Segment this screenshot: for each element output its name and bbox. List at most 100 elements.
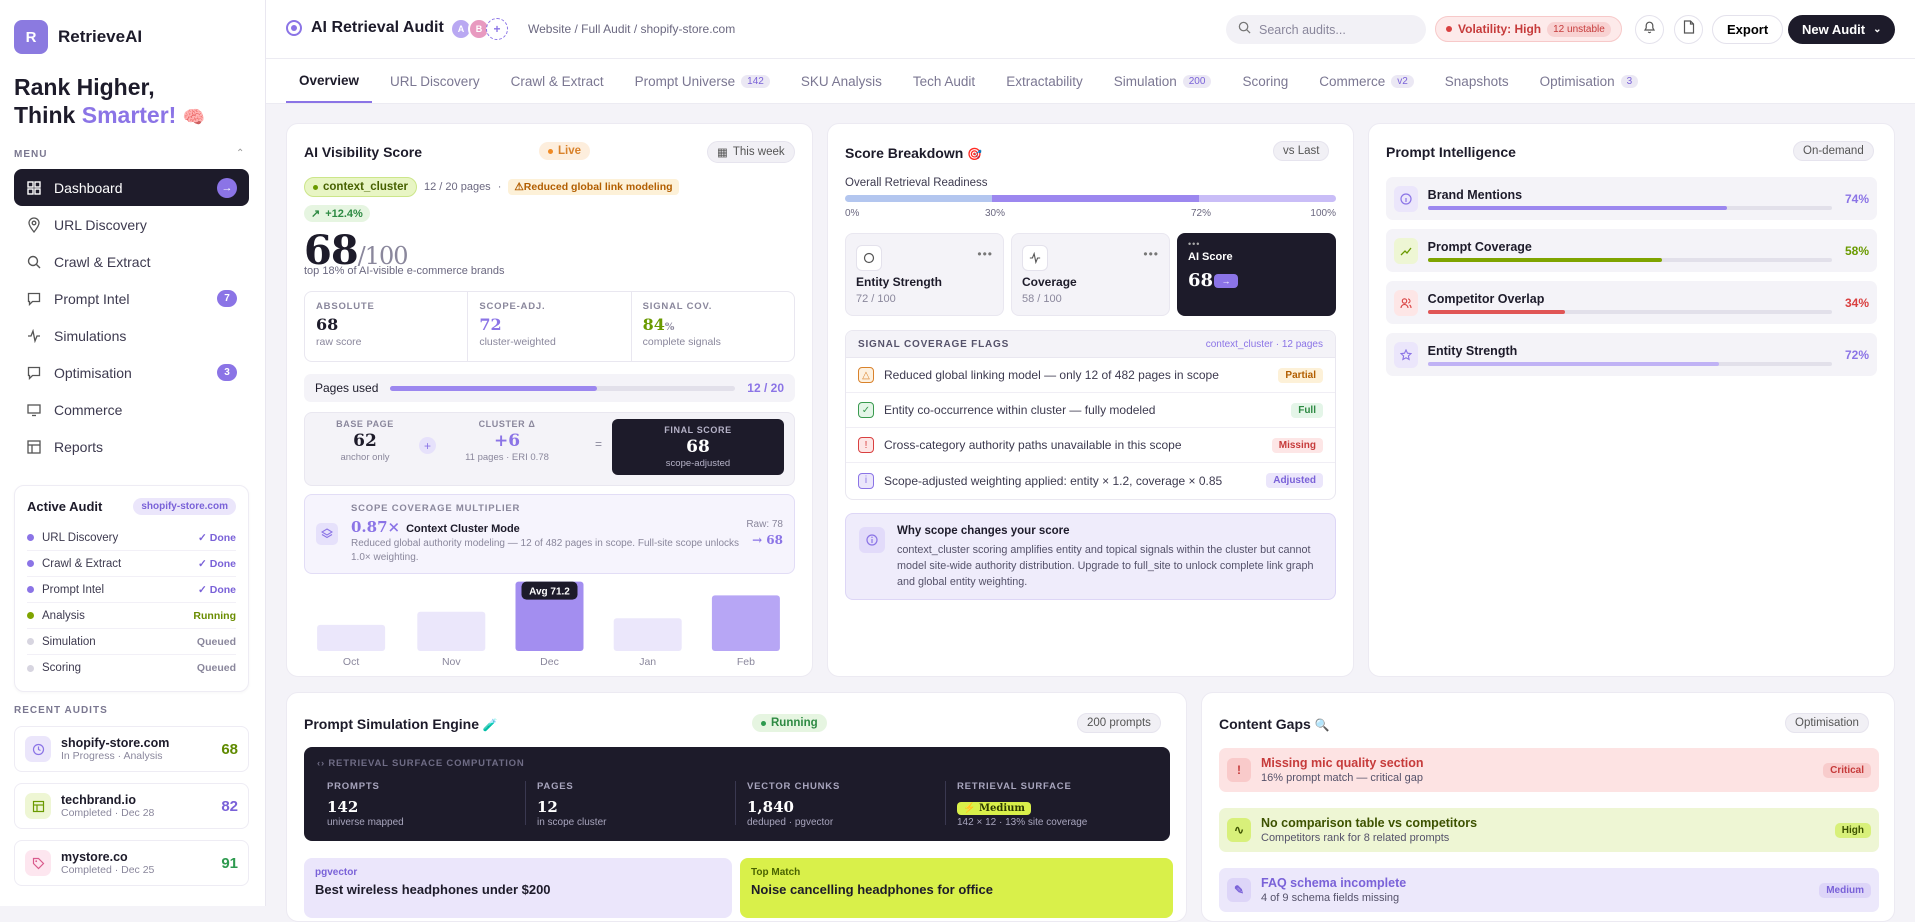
- metric-name: Entity Strength: [1427, 343, 1518, 358]
- prompt-intel-row[interactable]: Brand Mentions 74%: [1386, 177, 1877, 220]
- flag-row[interactable]: △ Reduced global linking model — only 12…: [846, 358, 1335, 393]
- chart-bar[interactable]: [711, 595, 780, 651]
- audit-step[interactable]: URL Discovery ✓ Done: [27, 525, 236, 551]
- tab-crawl-extract[interactable]: Crawl & Extract: [498, 59, 617, 103]
- compare-selector[interactable]: vs Last: [1273, 141, 1330, 161]
- readiness-ticks: 0% 30% 72% 100%: [845, 208, 1336, 220]
- context-pill[interactable]: context_cluster: [304, 177, 418, 197]
- metric-absolute: ABSOLUTE 68 raw score: [305, 292, 469, 361]
- step-name: Scoring: [42, 662, 81, 674]
- document-button[interactable]: [1674, 15, 1703, 44]
- query-card[interactable]: Top Match Noise cancelling headphones fo…: [740, 858, 1173, 918]
- volatility-text: Volatility: High: [1458, 22, 1542, 36]
- stat-value: 1,840: [747, 798, 794, 816]
- coverage-card[interactable]: ••• Coverage 58 / 100: [1011, 233, 1170, 316]
- tab-sku-analysis[interactable]: SKU Analysis: [788, 59, 895, 103]
- recent-audit-item[interactable]: mystore.co Completed · Dec 25 91: [14, 840, 249, 886]
- sidebar-item-label: Simulations: [54, 327, 127, 344]
- status-dot: [313, 184, 318, 190]
- tab-url-discovery[interactable]: URL Discovery: [377, 59, 493, 103]
- notifications-button[interactable]: [1635, 15, 1664, 44]
- chart-bar[interactable]: [317, 624, 386, 651]
- progress-track: [1427, 361, 1832, 366]
- status-dot: [761, 720, 766, 726]
- query-card[interactable]: pgvector Best wireless headphones under …: [304, 858, 732, 918]
- audit-step[interactable]: Simulation Queued: [27, 629, 236, 655]
- prompt-intel-row[interactable]: Competitor Overlap 34%: [1386, 281, 1877, 324]
- content-gap-row[interactable]: ✎ FAQ schema incomplete 4 of 9 schema fi…: [1219, 868, 1879, 912]
- tab-extractability[interactable]: Extractability: [993, 59, 1096, 103]
- tab-scoring[interactable]: Scoring: [1229, 59, 1301, 103]
- pulse-icon: [26, 328, 42, 344]
- sidebar-item-commerce[interactable]: Commerce: [14, 391, 249, 428]
- metric-percent: 72%: [1844, 347, 1869, 362]
- info-icon: [1394, 185, 1418, 212]
- volatility-badge[interactable]: Volatility: High 12 unstable: [1435, 16, 1622, 42]
- tab-prompt-universe[interactable]: Prompt Universe 142: [622, 59, 783, 103]
- active-audit-panel: Active Audit shopify-store.com URL Disco…: [14, 485, 249, 692]
- period-selector[interactable]: ▦ This week: [707, 141, 795, 163]
- content-gap-row[interactable]: ! Missing mic quality section 16% prompt…: [1219, 748, 1879, 792]
- tab-commerce[interactable]: Commerce v2: [1306, 59, 1427, 103]
- recent-audit-item[interactable]: shopify-store.com In Progress · Analysis…: [14, 726, 249, 772]
- search-input[interactable]: [1259, 22, 1409, 37]
- tick-label: 0%: [845, 208, 860, 219]
- target-emoji-icon: 🎯: [967, 147, 983, 161]
- flag-row[interactable]: ! Cross-category authority paths unavail…: [846, 428, 1335, 463]
- sidebar-item-dashboard[interactable]: Dashboard →: [14, 169, 249, 206]
- tab-tech-audit[interactable]: Tech Audit: [900, 59, 988, 103]
- hero-line2-prefix: Think: [14, 102, 82, 128]
- scope-multiplier: SCOPE COVERAGE MULTIPLIER 0.87× Context …: [304, 494, 795, 574]
- flags-scope: context_cluster · 12 pages: [1205, 338, 1323, 350]
- mode-badge[interactable]: Optimisation: [1785, 713, 1869, 733]
- app-logo[interactable]: R RetrieveAI: [14, 20, 142, 54]
- flag-row[interactable]: i Scope-adjusted weighting applied: enti…: [846, 463, 1335, 498]
- ai-score-card[interactable]: ••• AI Score 68 →: [1177, 233, 1336, 316]
- multiplier-mode: Context Cluster Mode: [406, 523, 520, 535]
- sidebar-item-simulations[interactable]: Simulations: [14, 317, 249, 354]
- recent-audit-item[interactable]: techbrand.io Completed · Dec 28 82: [14, 783, 249, 829]
- more-icon[interactable]: •••: [1143, 247, 1159, 261]
- sidebar-item-url-discovery[interactable]: URL Discovery: [14, 206, 249, 243]
- tab-optimisation[interactable]: Optimisation 3: [1527, 59, 1652, 103]
- content-gap-row[interactable]: ∿ No comparison table vs competitors Com…: [1219, 808, 1879, 852]
- chat-icon: [26, 291, 42, 307]
- collaborator-avatars[interactable]: A B +: [450, 18, 508, 40]
- sidebar-item-optimisation[interactable]: Optimisation 3: [14, 354, 249, 391]
- multiplier-final: → 68: [752, 533, 783, 547]
- chart-bar[interactable]: [613, 618, 682, 651]
- tooltip-text: Avg 71.2: [529, 587, 570, 598]
- tab-snapshots[interactable]: Snapshots: [1432, 59, 1522, 103]
- entity-strength-card[interactable]: ••• Entity Strength 72 / 100: [845, 233, 1004, 316]
- tab-overview[interactable]: Overview: [286, 59, 373, 103]
- step-name: Crawl & Extract: [42, 557, 122, 570]
- prompt-intel-row[interactable]: Entity Strength 72%: [1386, 333, 1877, 376]
- prompt-intel-row[interactable]: Prompt Coverage 58%: [1386, 229, 1877, 272]
- audit-step[interactable]: Analysis Running: [27, 603, 236, 629]
- sidebar-item-crawl-extract[interactable]: Crawl & Extract: [14, 243, 249, 280]
- search-box[interactable]: [1226, 15, 1426, 44]
- sidebar-item-reports[interactable]: Reports: [14, 428, 249, 465]
- more-icon[interactable]: •••: [977, 247, 993, 261]
- sidebar-item-prompt-intel[interactable]: Prompt Intel 7: [14, 280, 249, 317]
- count-badge: 3: [217, 364, 237, 381]
- chevron-down-icon: ⌄: [1873, 24, 1882, 35]
- audit-step[interactable]: Scoring Queued: [27, 655, 236, 681]
- audit-step[interactable]: Prompt Intel ✓ Done: [27, 577, 236, 603]
- metric-sub: cluster-weighted: [479, 336, 556, 348]
- progress-fill: [1427, 257, 1662, 262]
- mode-badge[interactable]: On-demand: [1793, 141, 1874, 161]
- flag-row[interactable]: ✓ Entity co-occurrence within cluster — …: [846, 393, 1335, 428]
- export-button[interactable]: Export: [1712, 15, 1784, 44]
- chart-bar[interactable]: [417, 611, 486, 651]
- chevron-up-icon[interactable]: ⌃: [236, 148, 244, 159]
- active-audit-domain[interactable]: shopify-store.com: [133, 498, 236, 515]
- tab-simulation[interactable]: Simulation 200: [1101, 59, 1225, 103]
- new-audit-button[interactable]: New Audit ⌄: [1788, 15, 1896, 44]
- breadcrumb[interactable]: Website / Full Audit / shopify-store.com: [528, 22, 735, 36]
- step-status: Running: [193, 609, 236, 622]
- audit-step[interactable]: Crawl & Extract ✓ Done: [27, 551, 236, 577]
- metric-grid: ABSOLUTE 68 raw score SCOPE-ADJ. 72 clus…: [304, 291, 795, 362]
- add-collaborator-button[interactable]: +: [486, 18, 508, 40]
- pulse-icon: [1022, 245, 1048, 271]
